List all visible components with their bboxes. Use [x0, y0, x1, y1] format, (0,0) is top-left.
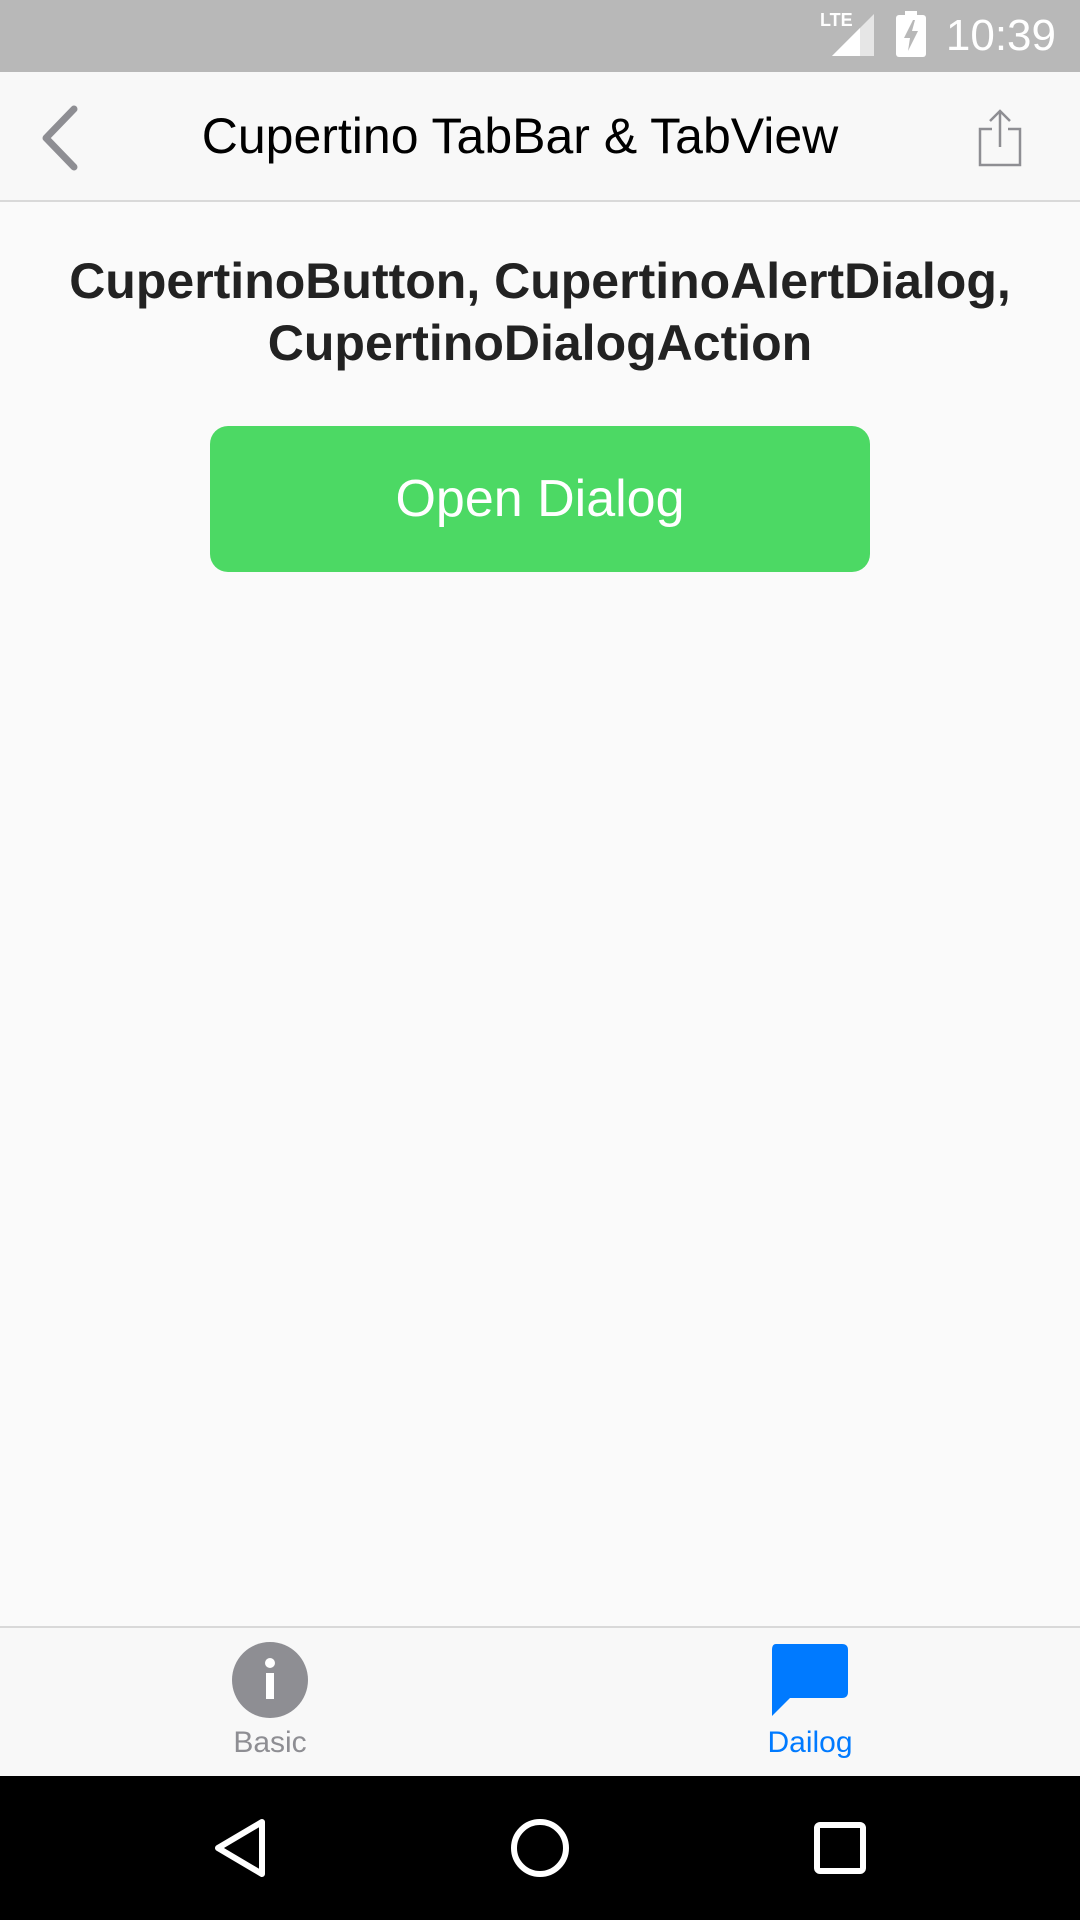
share-button[interactable] — [964, 102, 1036, 174]
tab-basic-label: Basic — [233, 1726, 307, 1759]
system-recents-button[interactable] — [804, 1812, 876, 1884]
system-navigation-bar — [0, 1776, 1080, 1920]
info-icon — [230, 1640, 310, 1720]
page-title: Cupertino TabBar & TabView — [201, 108, 839, 164]
status-time: 10:39 — [945, 11, 1056, 60]
status-indicators: LTE 10:39 — [820, 0, 1056, 72]
system-home-button[interactable] — [504, 1812, 576, 1884]
tab-basic[interactable]: Basic — [0, 1628, 540, 1776]
square-recents-icon — [814, 1822, 866, 1874]
circle-home-icon — [511, 1819, 569, 1877]
status-bar: LTE 10:39 — [0, 0, 1080, 72]
chat-bubble-icon — [770, 1640, 850, 1720]
tab-dialog[interactable]: Dailog — [540, 1628, 1080, 1776]
heading-line-1: CupertinoButton, CupertinoAlertDialog, — [69, 253, 1011, 309]
system-back-button[interactable] — [204, 1812, 276, 1884]
navigation-bar: Cupertino TabBar & TabView — [0, 72, 1080, 202]
tab-dialog-label: Dailog — [767, 1726, 853, 1759]
battery-charging-icon — [895, 10, 926, 62]
share-icon — [978, 109, 1022, 167]
section-heading: CupertinoButton, CupertinoAlertDialog, C… — [40, 250, 1040, 374]
tab-bar: Basic Dailog — [0, 1626, 1080, 1776]
lte-signal-icon: LTE — [820, 10, 876, 63]
heading-line-2: CupertinoDialogAction — [267, 315, 813, 371]
open-dialog-button[interactable]: Open Dialog — [210, 426, 870, 572]
triangle-back-icon — [215, 1819, 265, 1877]
lte-label: LTE — [820, 10, 853, 30]
